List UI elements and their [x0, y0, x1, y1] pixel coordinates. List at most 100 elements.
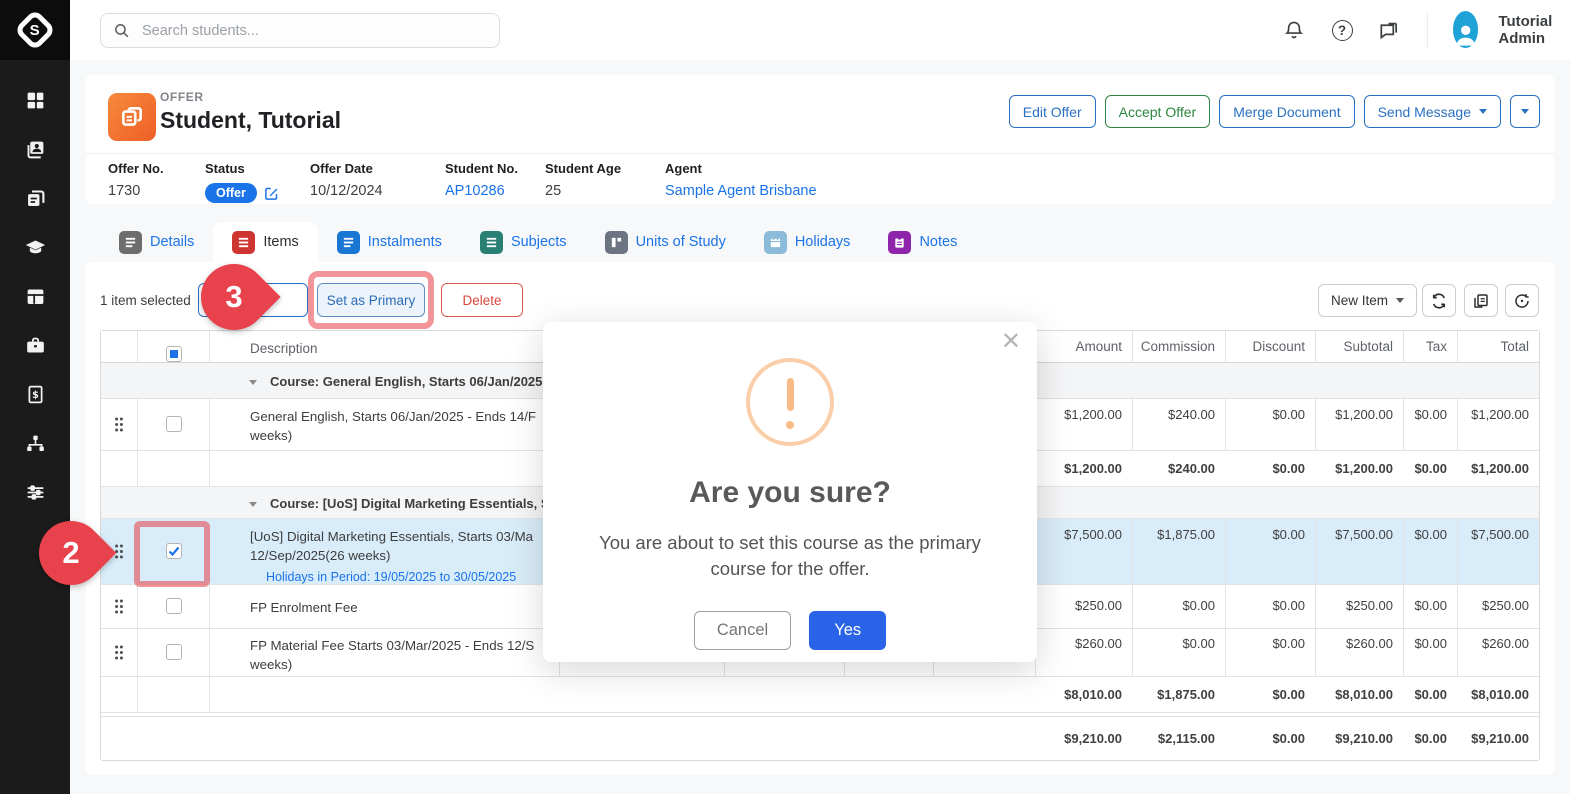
- instalments-icon: [337, 231, 360, 254]
- columns-button[interactable]: [1464, 284, 1498, 317]
- field-status: Status Offer: [205, 161, 279, 203]
- chevron-down-icon: [1479, 109, 1487, 114]
- search-icon: [113, 22, 130, 39]
- field-offer-no: Offer No. 1730: [108, 161, 164, 199]
- avatar: [1453, 11, 1478, 48]
- more-actions-button[interactable]: [1510, 95, 1540, 128]
- dialog-message: You are about to set this course as the …: [585, 530, 995, 583]
- student-no-link[interactable]: AP10286: [445, 183, 518, 199]
- graduation-cap-icon: [25, 237, 46, 258]
- tab-subjects[interactable]: Subjects: [461, 222, 586, 262]
- chevron-down-icon: [1521, 109, 1529, 114]
- network-icon: [25, 433, 46, 454]
- merge-document-button[interactable]: Merge Document: [1219, 95, 1354, 128]
- sidebar-item-students[interactable]: [0, 125, 70, 174]
- row-checkbox[interactable]: [166, 644, 182, 660]
- subtotal-row: $8,010.00 $1,875.00 $0.00 $8,010.00 $0.0…: [101, 677, 1539, 713]
- subjects-icon: [480, 231, 503, 254]
- tab-notes[interactable]: Notes: [869, 222, 976, 262]
- user-menu[interactable]: Tutorial Admin: [1453, 11, 1570, 48]
- grand-total-row: $9,210.00 $2,115.00 $0.00 $9,210.00 $0.0…: [101, 716, 1539, 760]
- field-agent: Agent Sample Agent Brisbane: [665, 161, 817, 199]
- offer-actions: Edit Offer Accept Offer Merge Document S…: [1009, 95, 1540, 128]
- sidebar-item-timetable[interactable]: [0, 272, 70, 321]
- topbar-divider: [1427, 12, 1428, 48]
- chevron-down-icon: [1396, 298, 1404, 303]
- page-title: Student, Tutorial: [160, 107, 341, 134]
- tab-details[interactable]: Details: [100, 222, 213, 262]
- refresh-icon: [1430, 292, 1448, 310]
- sidebar: S $: [0, 0, 70, 794]
- sidebar-item-network[interactable]: [0, 419, 70, 468]
- tab-holidays[interactable]: Holidays: [745, 222, 870, 262]
- sidebar-item-offers[interactable]: [0, 174, 70, 223]
- search-box: [100, 13, 500, 48]
- dialog-title: Are you sure?: [543, 476, 1037, 510]
- offers-icon: [25, 188, 46, 209]
- offer-kicker: OFFER: [160, 90, 204, 104]
- row-checkbox[interactable]: [166, 416, 182, 432]
- messages-button[interactable]: [1375, 17, 1401, 43]
- user-name: Tutorial Admin: [1498, 13, 1570, 47]
- sidebar-item-dashboard[interactable]: [0, 76, 70, 125]
- header-divider: [86, 153, 1554, 154]
- tab-items[interactable]: Items: [213, 222, 317, 262]
- notes-icon: [888, 231, 911, 254]
- bell-icon: [1283, 19, 1305, 41]
- search-input[interactable]: [140, 22, 487, 40]
- annotation-step-2-badge: 2: [39, 521, 103, 585]
- edit-status-icon[interactable]: [264, 186, 279, 201]
- tab-units-of-study[interactable]: Units of Study: [586, 222, 745, 262]
- refresh-button[interactable]: [1422, 284, 1456, 317]
- history-icon: [1513, 292, 1531, 310]
- field-student-no: Student No. AP10286: [445, 161, 518, 199]
- tab-bar: Details Items Instalments Subjects Units…: [100, 222, 976, 262]
- confirm-dialog: ✕ Are you sure? You are about to set thi…: [543, 322, 1037, 662]
- edit-offer-button[interactable]: Edit Offer: [1009, 95, 1096, 128]
- offer-icon: [108, 93, 156, 141]
- sidebar-item-finance[interactable]: $: [0, 370, 70, 419]
- columns-icon: [1472, 292, 1490, 310]
- annotation-step-3-badge: 3: [201, 264, 267, 330]
- tab-instalments[interactable]: Instalments: [318, 222, 461, 262]
- status-badge: Offer: [205, 183, 257, 203]
- sidebar-item-agents[interactable]: [0, 321, 70, 370]
- app-logo[interactable]: S: [0, 0, 70, 60]
- selection-status: 1 item selected: [100, 293, 191, 308]
- drag-handle-icon[interactable]: [101, 629, 137, 676]
- annotation-highlight-set-primary: [308, 271, 434, 329]
- sidebar-item-settings[interactable]: [0, 468, 70, 517]
- field-student-age: Student Age 25: [545, 161, 621, 199]
- row-checkbox[interactable]: [166, 598, 182, 614]
- accept-offer-button[interactable]: Accept Offer: [1105, 95, 1211, 128]
- drag-handle-icon[interactable]: [101, 399, 137, 450]
- holidays-in-period-link[interactable]: Holidays in Period: 19/05/2025 to 30/05/…: [250, 568, 559, 586]
- drag-handle-icon[interactable]: [101, 585, 137, 628]
- help-icon: ?: [1332, 20, 1353, 41]
- dashboard-icon: [25, 90, 46, 111]
- close-icon[interactable]: ✕: [1001, 330, 1021, 354]
- new-item-button[interactable]: New Item: [1318, 284, 1417, 317]
- layout-icon: [25, 286, 46, 307]
- offer-header-card: OFFER Student, Tutorial Edit Offer Accep…: [86, 75, 1554, 204]
- app-window: S $: [0, 0, 1570, 794]
- items-icon: [232, 231, 255, 254]
- notifications-button[interactable]: [1281, 17, 1307, 43]
- agent-link[interactable]: Sample Agent Brisbane: [665, 183, 817, 199]
- history-button[interactable]: [1505, 284, 1539, 317]
- collapse-caret-icon[interactable]: [249, 502, 257, 507]
- cancel-button[interactable]: Cancel: [694, 611, 791, 650]
- delete-button[interactable]: Delete: [441, 283, 523, 317]
- chat-icon: [1377, 19, 1400, 42]
- holidays-calendar-icon: [764, 231, 787, 254]
- units-of-study-icon: [605, 231, 628, 254]
- sidebar-item-courses[interactable]: [0, 223, 70, 272]
- collapse-caret-icon[interactable]: [249, 380, 257, 385]
- help-button[interactable]: ?: [1329, 17, 1355, 43]
- annotation-highlight-checkbox: [134, 521, 210, 587]
- send-message-button[interactable]: Send Message: [1364, 95, 1501, 128]
- select-all-checkbox[interactable]: [166, 346, 182, 362]
- briefcase-icon: [25, 335, 46, 356]
- warning-icon: [746, 358, 834, 446]
- yes-button[interactable]: Yes: [809, 611, 886, 650]
